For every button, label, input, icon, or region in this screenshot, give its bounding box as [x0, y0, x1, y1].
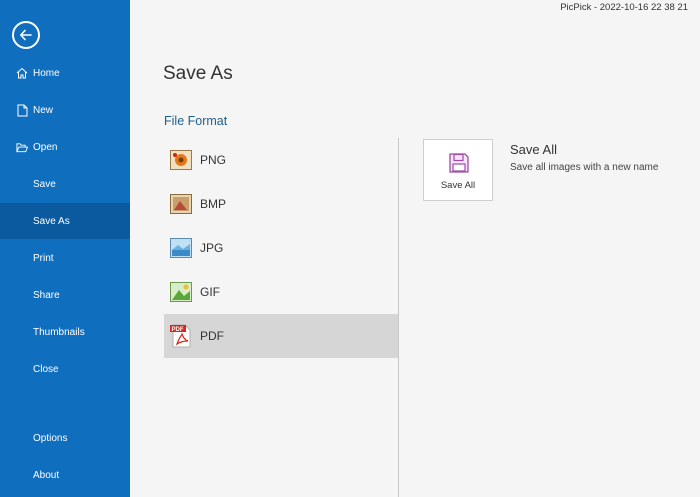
file-format-list: PNG BMP JPG GIF PDF PDF — [164, 138, 398, 358]
sidebar-item-label: Save As — [33, 215, 70, 227]
svg-text:PDF: PDF — [172, 327, 184, 333]
format-label: JPG — [200, 241, 224, 255]
new-file-icon — [16, 103, 28, 117]
sidebar-item-label: Print — [33, 252, 54, 264]
format-label: GIF — [200, 285, 220, 299]
section-title-file-format: File Format — [164, 114, 228, 128]
pdf-file-icon: PDF — [170, 324, 191, 348]
page-title: Save As — [163, 63, 233, 84]
sidebar-item-label: Home — [33, 67, 60, 79]
jpg-image-icon — [170, 238, 192, 258]
format-item-bmp[interactable]: BMP — [164, 182, 398, 226]
sidebar-item-about[interactable]: About — [0, 457, 130, 493]
format-label: PNG — [200, 153, 227, 167]
save-all-heading: Save All — [510, 142, 557, 157]
save-all-description: Save all images with a new name — [510, 162, 659, 173]
sidebar-item-home[interactable]: Home — [0, 55, 130, 91]
format-label: BMP — [200, 197, 227, 211]
floppy-disk-icon — [449, 153, 469, 173]
sidebar-item-label: Open — [33, 141, 58, 153]
sidebar-item-label: Share — [33, 289, 60, 301]
sidebar-item-thumbnails[interactable]: Thumbnails — [0, 314, 130, 350]
sidebar-item-share[interactable]: Share — [0, 277, 130, 313]
sidebar-item-save-as[interactable]: Save As — [0, 203, 130, 239]
sidebar-item-label: New — [33, 104, 54, 116]
gif-image-icon — [170, 282, 192, 302]
bmp-image-icon — [170, 194, 192, 214]
format-item-png[interactable]: PNG — [164, 138, 398, 182]
sidebar-item-options[interactable]: Options — [0, 420, 130, 456]
sidebar-item-print[interactable]: Print — [0, 240, 130, 276]
home-icon — [16, 66, 28, 80]
back-button[interactable] — [12, 21, 40, 49]
sidebar-item-label: Options — [33, 432, 68, 444]
arrow-left-circle-icon — [20, 29, 32, 41]
folder-open-icon — [16, 140, 28, 154]
sidebar-item-label: Close — [33, 363, 59, 375]
format-item-gif[interactable]: GIF — [164, 270, 398, 314]
vertical-divider — [398, 138, 399, 497]
sidebar-item-label: About — [33, 469, 60, 481]
format-item-pdf[interactable]: PDF PDF — [164, 314, 398, 358]
sidebar-item-label: Save — [33, 178, 56, 190]
sidebar-item-open[interactable]: Open — [0, 129, 130, 165]
format-label: PDF — [200, 329, 224, 343]
format-item-jpg[interactable]: JPG — [164, 226, 398, 270]
sidebar-item-save[interactable]: Save — [0, 166, 130, 202]
window-title: PicPick - 2022-10-16 22 38 21 — [560, 2, 688, 13]
sidebar-item-label: Thumbnails — [33, 326, 85, 338]
sidebar-item-close[interactable]: Close — [0, 351, 130, 387]
png-image-icon — [170, 150, 192, 170]
save-all-tile-label: Save All — [440, 180, 476, 191]
sidebar: Home New Open Save Save As Print Share T… — [0, 0, 130, 497]
save-all-button[interactable]: Save All — [423, 139, 493, 201]
sidebar-item-new[interactable]: New — [0, 92, 130, 128]
